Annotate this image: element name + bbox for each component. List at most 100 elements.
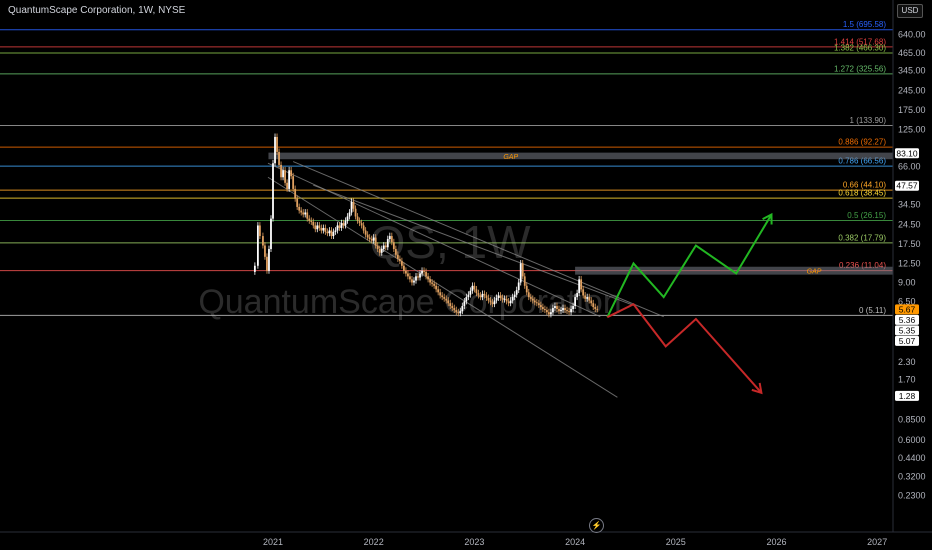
candle-body xyxy=(392,242,395,250)
candle-body xyxy=(382,245,385,250)
gap-label: GAP xyxy=(807,269,822,276)
candle-body xyxy=(405,270,407,274)
candle-body xyxy=(312,221,315,226)
candle-body xyxy=(459,311,462,314)
candle-body xyxy=(370,239,373,241)
price-chart[interactable]: QS, 1W QuantumScape Corporation 1.5 (695… xyxy=(0,0,932,550)
candle-body xyxy=(431,282,434,284)
candle-body xyxy=(469,290,472,295)
chart-background xyxy=(0,0,932,550)
candle-body xyxy=(437,289,440,293)
candle-body xyxy=(531,298,534,301)
candle-body xyxy=(513,294,516,298)
candle-body xyxy=(491,302,494,305)
candle-body xyxy=(398,258,401,262)
candle-body xyxy=(286,182,288,189)
price-tick: 12.50 xyxy=(898,258,921,268)
price-tag: 5.35 xyxy=(899,325,916,335)
candle-body xyxy=(441,295,444,298)
candle-body xyxy=(384,245,387,248)
candle-body xyxy=(463,301,466,307)
candle-body xyxy=(505,298,508,302)
candle-body xyxy=(278,151,280,165)
year-tick: 2025 xyxy=(666,537,686,547)
candle-body xyxy=(582,289,585,296)
candle-body xyxy=(525,285,528,293)
symbol-title[interactable]: QuantumScape Corporation, 1W, NYSE xyxy=(8,5,185,16)
candle-body xyxy=(439,292,442,296)
candle-body xyxy=(481,293,484,298)
candle-body xyxy=(443,297,446,299)
candle-body xyxy=(409,276,411,280)
candle-body xyxy=(578,279,581,294)
candle-body xyxy=(471,285,474,291)
candle-body xyxy=(570,309,572,313)
candle-body xyxy=(348,212,351,217)
candle-body xyxy=(523,276,526,286)
currency-button[interactable]: USD xyxy=(897,4,923,18)
candle-body xyxy=(394,249,397,255)
candle-body xyxy=(318,225,321,228)
candle-body xyxy=(594,307,597,310)
candle-body xyxy=(396,254,399,259)
candle-body xyxy=(290,170,293,177)
fib-label: 1.272 (325.56) xyxy=(834,64,886,73)
candle-body xyxy=(423,270,425,272)
candle-body xyxy=(358,220,361,224)
candle-body xyxy=(268,249,270,271)
candle-body xyxy=(413,280,415,283)
lightning-icon[interactable]: ⚡ xyxy=(589,518,604,533)
candle-body xyxy=(574,297,576,307)
candle-body xyxy=(417,276,419,278)
candle-body xyxy=(314,225,317,230)
price-tag: 83.10 xyxy=(896,148,918,158)
fib-label: 1 (133.90) xyxy=(850,116,887,125)
candle-body xyxy=(535,302,538,304)
candle-body xyxy=(517,282,520,291)
candle-body xyxy=(320,227,323,231)
candle-body xyxy=(280,164,282,178)
candle-body xyxy=(256,225,259,266)
candle-body xyxy=(425,271,427,277)
price-tick: 66.00 xyxy=(898,162,921,172)
candle-body xyxy=(364,230,367,235)
candle-body xyxy=(519,263,522,283)
candle-body xyxy=(282,170,284,178)
fib-label: 0 (5.11) xyxy=(859,306,886,315)
fib-label: 0.382 (17.79) xyxy=(838,233,886,242)
candle-body xyxy=(521,263,524,277)
candle-body xyxy=(479,295,482,298)
candle-body xyxy=(272,163,274,219)
candle-body xyxy=(529,297,532,299)
price-tick: 465.00 xyxy=(898,48,926,58)
candle-body xyxy=(298,206,301,211)
price-tick: 125.00 xyxy=(898,125,926,135)
gap-zone xyxy=(575,266,893,275)
candle-body xyxy=(453,308,456,311)
candle-body xyxy=(288,170,291,189)
candle-body xyxy=(403,265,405,271)
candle-body xyxy=(501,297,504,300)
candle-body xyxy=(473,285,476,290)
candle-body xyxy=(310,220,313,222)
price-tick: 0.6000 xyxy=(898,435,926,445)
candle-body xyxy=(533,300,536,303)
price-tick: 175.00 xyxy=(898,105,926,115)
price-tick: 2.30 xyxy=(898,357,916,367)
candle-body xyxy=(390,236,393,243)
candle-body xyxy=(362,225,365,231)
candle-body xyxy=(429,279,431,283)
candle-body xyxy=(509,300,512,304)
candle-body xyxy=(596,309,599,310)
candle-body xyxy=(342,223,345,226)
candle-body xyxy=(546,310,548,313)
candle-body xyxy=(262,236,264,246)
candle-body xyxy=(554,306,556,309)
candle-body xyxy=(507,301,510,304)
year-tick: 2024 xyxy=(565,537,585,547)
fib-label: 1.5 (695.58) xyxy=(843,20,886,29)
candle-body xyxy=(592,303,595,308)
candle-body xyxy=(306,212,309,219)
candle-body xyxy=(415,276,417,281)
fib-label: 1.382 (466.30) xyxy=(834,43,886,52)
